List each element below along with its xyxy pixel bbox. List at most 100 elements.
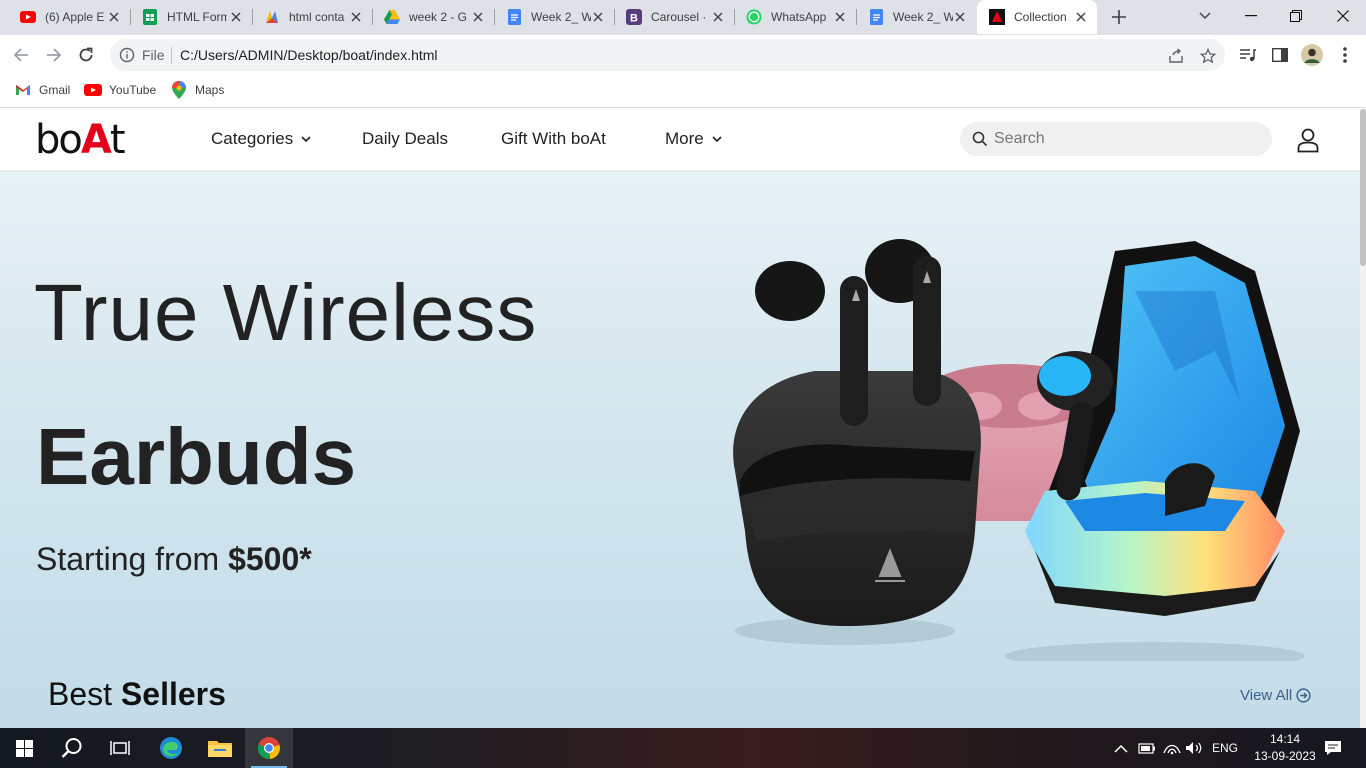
maps-icon [170,81,188,99]
boat-icon [989,9,1005,25]
side-panel-icon[interactable] [1268,43,1292,67]
search-input[interactable] [994,129,1254,149]
whatsapp-icon [746,9,762,25]
youtube-icon [20,9,36,25]
chevron-down-icon [301,134,311,144]
nav-label: More [665,129,704,148]
close-icon[interactable] [348,9,364,25]
close-icon[interactable] [710,9,726,25]
menu-kebab-icon[interactable] [1333,43,1357,67]
tab-title: html conta [289,10,345,24]
restore-icon[interactable] [1285,5,1307,27]
tab-collection-active[interactable]: Collection [977,0,1097,34]
clock-date: 13-09-2023 [1254,749,1316,763]
scrollbar-thumb[interactable] [1360,109,1366,266]
chevron-down-icon [712,134,722,144]
tab-youtube[interactable]: (6) Apple E [8,0,131,34]
tab-search-chevron-icon[interactable] [1194,5,1216,27]
chrome-icon [257,737,280,760]
youtube-icon [84,82,102,98]
info-icon[interactable] [119,47,135,63]
boat-logo[interactable]: boAt [35,117,126,163]
taskbar-clock[interactable]: 14:14 13-09-2023 [1250,731,1320,765]
logo-part: t [109,117,126,163]
docs-icon [868,9,884,25]
share-icon[interactable] [1167,47,1185,65]
taskbar-file-explorer[interactable] [196,728,244,768]
start-button[interactable] [0,728,48,768]
search-taskbar-button[interactable] [48,728,96,768]
new-tab-button[interactable] [1109,7,1129,27]
tab-week2-docs[interactable]: Week 2_ W [494,0,615,34]
nav-categories[interactable]: Categories [211,129,311,149]
tab-title: Collection [1014,10,1067,24]
close-icon[interactable] [832,9,848,25]
windows-logo-icon [15,739,33,757]
windows-taskbar: ENG 14:14 13-09-2023 [0,728,1366,768]
best-sellers-heading: Best Sellers [48,676,226,713]
bookmark-label: Maps [195,83,225,97]
page-scrollbar[interactable] [1360,109,1366,728]
folder-icon [208,741,232,757]
forward-icon[interactable] [42,43,66,67]
minimize-icon[interactable] [1240,5,1262,27]
bookmark-label: YouTube [109,83,157,97]
close-icon[interactable] [1073,9,1089,25]
nav-gift-with-boat[interactable]: Gift With boAt [501,129,606,149]
tab-html-container[interactable]: html conta [252,0,373,34]
bookmark-gmail[interactable]: Gmail [14,82,70,98]
nav-more[interactable]: More [665,129,722,149]
search-box [960,122,1272,156]
sheets-icon [142,9,158,25]
close-icon[interactable] [590,9,606,25]
clock-time: 14:14 [1269,732,1301,746]
hero-banner: True Wireless Earbuds Starting from $500… [0,171,1360,728]
nav-daily-deals[interactable]: Daily Deals [362,129,448,149]
url-text[interactable]: C:/Users/ADMIN/Desktop/boat/index.html [180,47,438,63]
close-icon[interactable] [470,9,486,25]
back-icon[interactable] [9,43,33,67]
bookmark-label: Gmail [39,83,71,97]
close-icon[interactable] [106,9,122,25]
taskbar-edge[interactable] [147,728,195,768]
tab-title: Week 2_ W [531,10,591,24]
task-view-button[interactable] [96,728,144,768]
bookmark-star-icon[interactable] [1199,47,1217,65]
search-icon [61,738,82,758]
tab-carousel[interactable]: B Carousel · [614,0,735,34]
user-icon[interactable] [1296,127,1320,153]
volume-icon[interactable] [1185,728,1203,768]
search-icon [972,131,988,147]
language-indicator[interactable]: ENG [1212,728,1238,768]
tab-html-form[interactable]: HTML Form [130,0,253,34]
logo-accent: A [80,117,112,163]
drive-icon [384,9,400,25]
tab-whatsapp[interactable]: WhatsApp [734,0,857,34]
earbuds-product-image [733,239,1305,661]
taskbar-chrome[interactable] [245,728,293,768]
close-icon[interactable] [952,9,968,25]
address-bar[interactable]: File C:/Users/ADMIN/Desktop/boat/index.h… [110,39,1225,71]
profile-avatar[interactable] [1300,43,1324,67]
colorful-icon [264,9,280,25]
close-icon[interactable] [228,9,244,25]
hero-price-line: Starting from $500* [36,541,312,578]
notification-icon[interactable] [1324,728,1342,768]
media-control-icon[interactable] [1236,43,1260,67]
view-all-link[interactable]: View All [1240,687,1311,704]
bookmark-youtube[interactable]: YouTube [84,82,156,98]
battery-icon[interactable] [1138,728,1156,768]
wifi-icon[interactable] [1163,728,1181,768]
tray-chevron-up-icon[interactable] [1114,728,1128,768]
reload-icon[interactable] [74,43,98,67]
hero-title-line1: True Wireless [34,268,538,357]
view-all-label: View All [1240,687,1293,704]
bookmark-maps[interactable]: Maps [170,81,225,99]
tab-week2-drive[interactable]: week 2 - G [372,0,495,34]
docs-icon [506,9,522,25]
logo-part: bo [35,117,83,163]
site-header: boAt Categories Daily Deals Gift With bo… [0,109,1360,171]
close-window-icon[interactable] [1332,5,1354,27]
tab-week2-docs-2[interactable]: Week 2_ W [856,0,976,34]
tab-title: week 2 - G [409,10,468,24]
